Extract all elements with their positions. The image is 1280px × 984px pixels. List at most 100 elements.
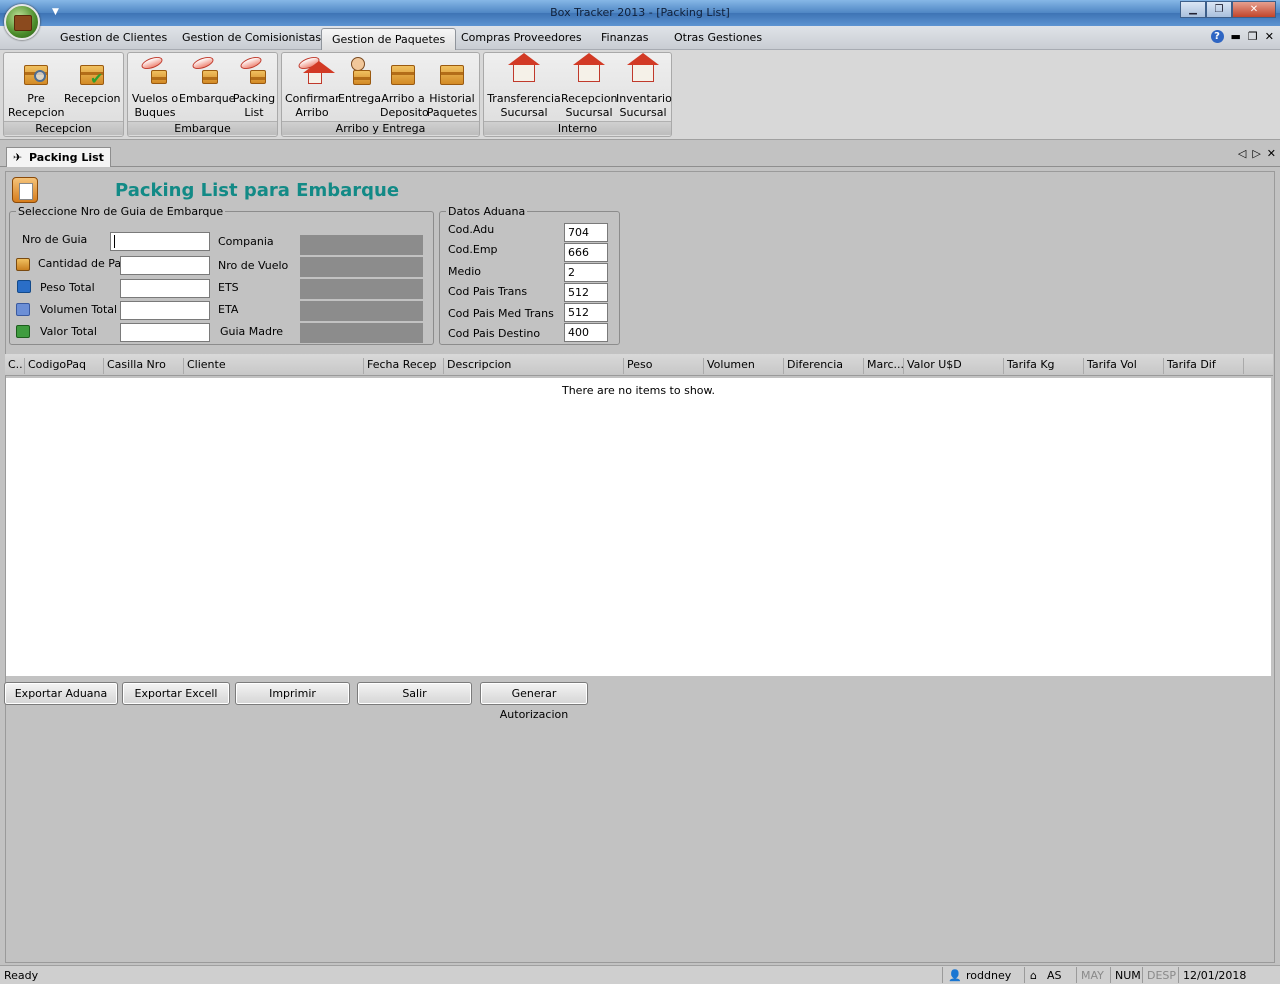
arribo-label-2: Deposito [380,106,429,119]
packing-label-1: Packing [232,92,276,105]
column-header[interactable]: Volumen [704,358,784,374]
nro-guia-input[interactable] [110,232,210,251]
column-header[interactable]: Tarifa Dif [1164,358,1244,374]
historial-paquetes-button[interactable]: Historial Paquetes [426,56,478,120]
status-num: NUM [1115,969,1141,982]
status-user: roddney [966,969,1012,982]
column-header[interactable]: CodigoPaq [25,358,104,374]
cod-pais-trans-input[interactable]: 512 [564,283,608,302]
help-icon[interactable]: ? [1210,30,1224,43]
cod-pais-trans-value: 512 [568,286,589,299]
tab-otras-gestiones[interactable]: Otras Gestiones [674,31,762,44]
minimize-button[interactable]: ▁ [1180,1,1206,18]
ribbon-group-label: Interno [484,121,671,135]
column-header[interactable]: Peso [624,358,704,374]
cod-pais-med-trans-value: 512 [568,306,589,319]
column-header[interactable]: Valor U$D [904,358,1004,374]
eta-label: ETA [218,303,239,316]
document-tabs: ✈ Packing List ◁ ▷ ✕ [0,145,1280,167]
volumen-total-label: Volumen Total [40,303,118,316]
cod-pais-destino-value: 400 [568,326,589,339]
guia-madre-field [300,323,423,343]
mdi-minimize-icon[interactable]: ▬ [1231,30,1241,43]
cod-adu-value: 704 [568,226,589,239]
medio-input[interactable]: 2 [564,263,608,282]
maximize-button[interactable]: ❐ [1206,1,1232,18]
confirmar-arribo-button[interactable]: Confirmar Arribo [285,54,340,120]
arribo-deposito-button[interactable]: Arribo a Deposito [380,56,429,120]
cod-pais-med-trans-label: Cod Pais Med Trans [448,307,554,320]
cod-emp-input[interactable]: 666 [564,243,608,262]
entrega-button[interactable]: Entrega [338,56,381,106]
tab-gestion-paquetes[interactable]: Gestion de Paquetes [321,28,457,50]
status-separator [942,967,943,983]
transferencia-sucursal-button[interactable]: Transferencia Sucursal [487,53,561,120]
pre-recepcion-label-2: Recepcion [8,106,65,119]
vuelos-label-2: Buques [134,106,176,119]
tab-scroll-left-icon[interactable]: ◁ [1238,147,1246,160]
cod-emp-label: Cod.Emp [448,243,498,256]
tab-scroll-right-icon[interactable]: ▷ [1252,147,1260,160]
salir-button[interactable]: Salir [357,682,472,705]
inventario-sucursal-button[interactable]: Inventario Sucursal [616,53,672,120]
nro-vuelo-field [300,257,423,277]
column-header[interactable]: Fecha Recep [364,358,444,374]
column-header[interactable]: Casilla Nro [104,358,184,374]
home-icon: ⌂ [1030,969,1037,982]
recepcion-label: Recepcion [64,92,121,105]
status-caps: MAY [1081,969,1104,982]
status-branch: AS [1047,969,1062,982]
compania-label: Compania [218,235,274,248]
column-header[interactable]: Tarifa Kg [1004,358,1084,374]
column-header[interactable]: C.. [5,358,25,374]
peso-total-input[interactable] [120,279,210,298]
exportar-aduana-button[interactable]: Exportar Aduana [4,682,118,705]
mdi-restore-icon[interactable]: ❐ [1248,30,1258,43]
cod-pais-med-trans-input[interactable]: 512 [564,303,608,322]
imprimir-button[interactable]: Imprimir [235,682,350,705]
tab-gestion-comisionistas[interactable]: Gestion de Comisionistas [182,31,321,44]
guia-group-legend: Seleccione Nro de Guia de Embarque [18,205,224,218]
volume-icon [16,303,30,316]
peso-total-label: Peso Total [40,281,95,294]
box-icon [16,258,30,271]
document-icon: ✈ [13,151,23,164]
tab-close-icon[interactable]: ✕ [1267,147,1276,160]
generar-autorizacion-button[interactable]: Generar Autorizacion [480,682,588,721]
column-header[interactable]: Cliente [184,358,364,374]
valor-total-input[interactable] [120,323,210,342]
tab-compras-proveedores[interactable]: Compras Proveedores [461,31,582,44]
grid-header: C.. CodigoPaq Casilla Nro Cliente Fecha … [5,354,1273,376]
recepcion-sucursal-button[interactable]: Recepcion Sucursal [561,53,618,120]
packing-list-button[interactable]: Packing List [232,54,276,120]
close-button[interactable]: ✕ [1232,1,1276,18]
vuelos-label-1: Vuelos o [131,92,179,105]
confirmar-label-1: Confirmar [285,92,340,105]
column-header[interactable]: Descripcion [444,358,624,374]
status-ready: Ready [4,969,39,982]
cantidad-paq-input[interactable] [120,256,210,275]
column-header[interactable]: Diferencia [784,358,864,374]
medio-value: 2 [568,266,575,279]
arribo-label-1: Arribo a [381,92,425,105]
vuelos-buques-button[interactable]: Vuelos o Buques [131,54,179,120]
recepcion-button[interactable]: ✔ Recepcion [64,56,121,106]
ribbon-group-label: Embarque [128,121,277,135]
column-header[interactable]: Tarifa Vol [1084,358,1164,374]
tab-gestion-clientes[interactable]: Gestion de Clientes [60,31,167,44]
volumen-total-input[interactable] [120,301,210,320]
ribbon-tabs: Gestion de Clientes Gestion de Comisioni… [0,26,1280,50]
embarque-button[interactable]: Embarque [179,54,235,106]
cod-emp-value: 666 [568,246,589,259]
column-header[interactable]: Marc... [864,358,904,374]
exportar-excell-button[interactable]: Exportar Excell [122,682,230,705]
tab-finanzas[interactable]: Finanzas [601,31,649,44]
grid-body[interactable]: There are no items to show. [6,378,1271,676]
nro-vuelo-label: Nro de Vuelo [218,259,289,272]
tab-packing-list[interactable]: ✈ Packing List [6,147,111,167]
cod-pais-destino-input[interactable]: 400 [564,323,608,342]
cod-adu-input[interactable]: 704 [564,223,608,242]
pre-recepcion-button[interactable]: Pre Recepcion [8,56,65,120]
app-menu-orb-icon[interactable] [4,4,40,40]
mdi-close-icon[interactable]: ✕ [1265,30,1274,43]
